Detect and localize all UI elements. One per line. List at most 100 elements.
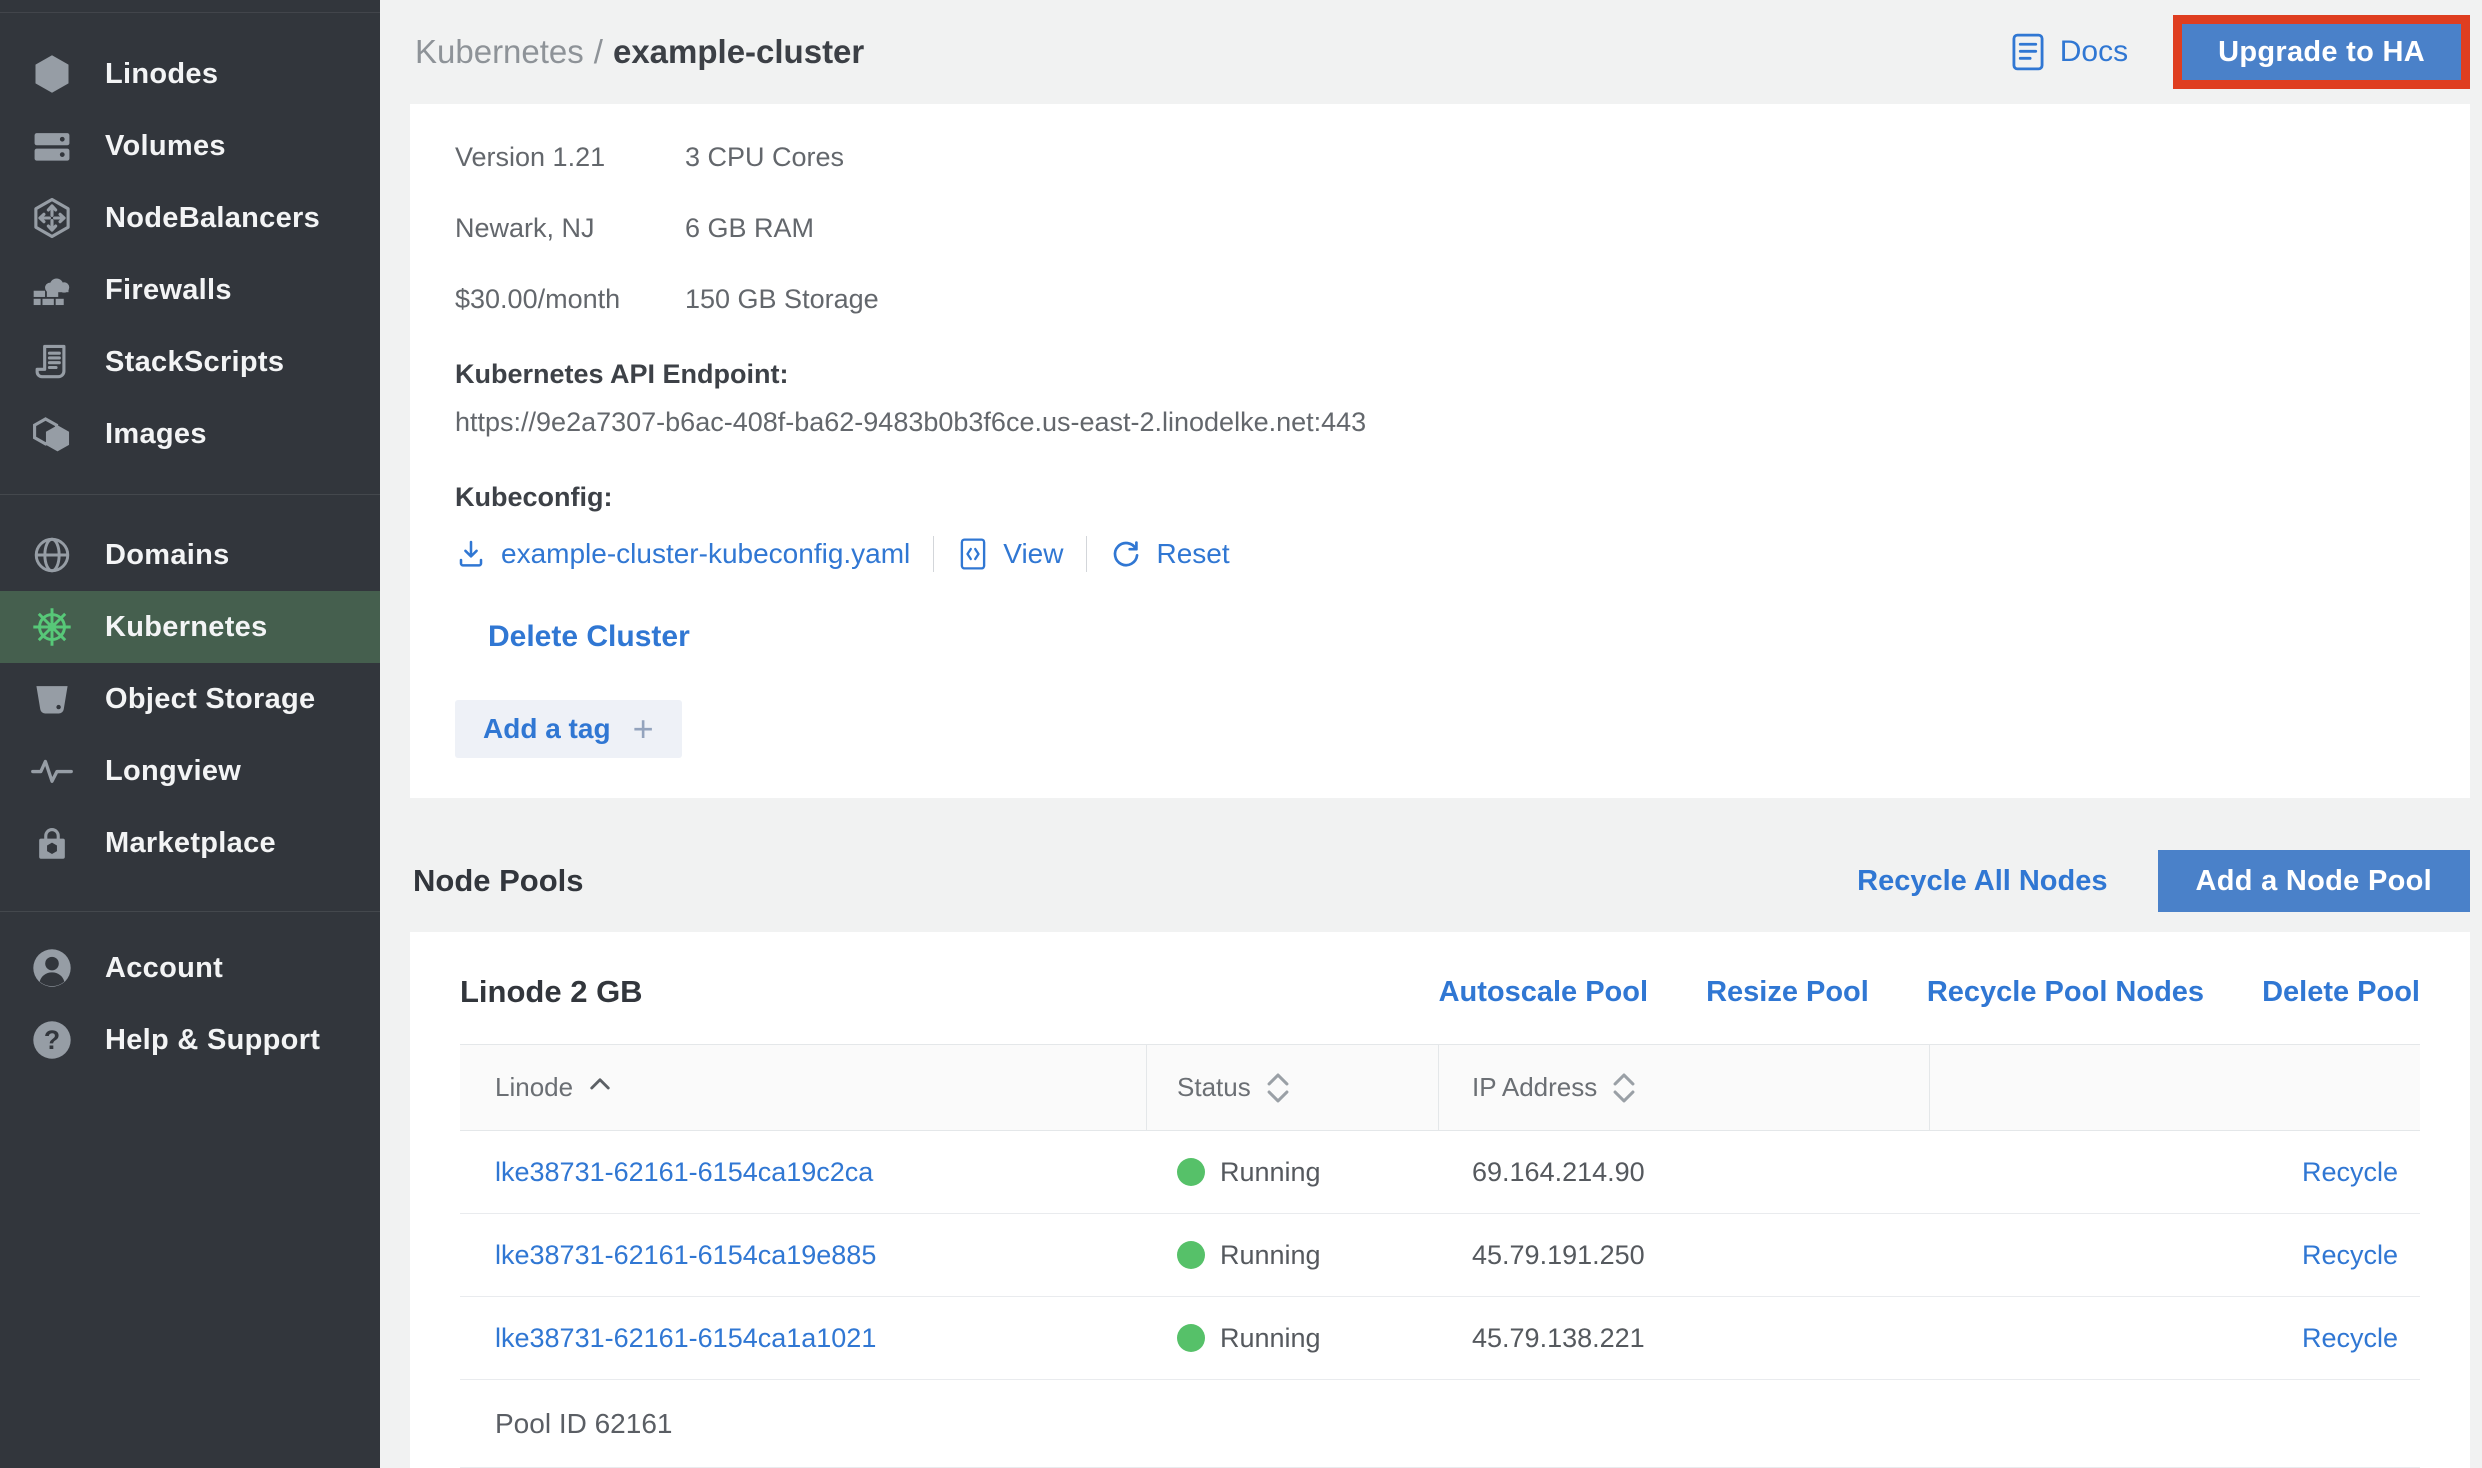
linode-hexagon-icon xyxy=(30,52,74,96)
sidebar-item-label: NodeBalancers xyxy=(105,202,320,235)
status-cell: Running xyxy=(1147,1240,1439,1271)
recycle-pool-nodes-link[interactable]: Recycle Pool Nodes xyxy=(1927,976,2204,1009)
sort-both-icon xyxy=(1265,1071,1291,1105)
marketplace-bag-icon xyxy=(30,821,74,865)
column-header-actions xyxy=(1930,1045,2420,1130)
status-running-icon xyxy=(1177,1241,1205,1269)
spec-region: Newark, NJ xyxy=(455,213,685,244)
node-pools-header: Node Pools Recycle All Nodes Add a Node … xyxy=(410,850,2470,912)
column-header-ip-address[interactable]: IP Address xyxy=(1439,1045,1930,1130)
sidebar-item-account[interactable]: Account xyxy=(0,932,380,1004)
docs-label: Docs xyxy=(2060,35,2128,69)
main-content: Kubernetes / example-cluster Docs Upgrade … xyxy=(380,0,2482,1468)
stackscripts-icon xyxy=(30,340,74,384)
refresh-icon xyxy=(1110,538,1142,570)
sidebar-item-object-storage[interactable]: Object Storage xyxy=(0,663,380,735)
sidebar-item-stackscripts[interactable]: StackScripts xyxy=(0,326,380,398)
delete-pool-link[interactable]: Delete Pool xyxy=(2262,976,2420,1009)
add-tag-button[interactable]: Add a tag + xyxy=(455,700,682,758)
delete-cluster-link[interactable]: Delete Cluster xyxy=(488,620,690,654)
sidebar-item-label: Volumes xyxy=(105,130,226,163)
nodes-table-header: Linode Status IP Address xyxy=(460,1045,2420,1131)
status-cell: Running xyxy=(1147,1157,1439,1188)
sidebar-item-label: StackScripts xyxy=(105,346,284,379)
pool-id-row: Pool ID 62161 xyxy=(460,1380,2420,1468)
status-label: Running xyxy=(1220,1323,1321,1354)
status-running-icon xyxy=(1177,1158,1205,1186)
column-header-status[interactable]: Status xyxy=(1147,1045,1439,1130)
breadcrumb-separator: / xyxy=(594,33,603,70)
sidebar-item-kubernetes[interactable]: Kubernetes xyxy=(0,591,380,663)
recycle-all-nodes-link[interactable]: Recycle All Nodes xyxy=(1857,865,2107,898)
pool-header: Linode 2 GB Autoscale Pool Resize Pool R… xyxy=(460,932,2420,1044)
sidebar-item-firewalls[interactable]: Firewalls xyxy=(0,254,380,326)
autoscale-pool-link[interactable]: Autoscale Pool xyxy=(1439,976,1649,1009)
sidebar-item-domains[interactable]: Domains xyxy=(0,519,380,591)
column-header-linode[interactable]: Linode xyxy=(460,1045,1147,1130)
status-label: Running xyxy=(1220,1157,1321,1188)
api-endpoint-label: Kubernetes API Endpoint: xyxy=(455,359,2425,390)
breadcrumb-current: example-cluster xyxy=(613,33,864,70)
account-icon xyxy=(30,946,74,990)
column-label: IP Address xyxy=(1472,1072,1597,1103)
sidebar-item-label: Domains xyxy=(105,539,230,572)
kubeconfig-view-link[interactable]: View xyxy=(957,537,1063,571)
sidebar-item-label: Linodes xyxy=(105,58,218,91)
sidebar: Linodes Volumes NodeBalancers xyxy=(0,0,380,1468)
sidebar-item-label: Kubernetes xyxy=(105,611,268,644)
sidebar-item-nodebalancers[interactable]: NodeBalancers xyxy=(0,182,380,254)
sidebar-item-linodes[interactable]: Linodes xyxy=(0,38,380,110)
node-pool-panel: Linode 2 GB Autoscale Pool Resize Pool R… xyxy=(410,932,2470,1468)
header-actions: Docs Upgrade to HA xyxy=(2011,15,2470,89)
status-label: Running xyxy=(1220,1240,1321,1271)
pool-actions: Autoscale Pool Resize Pool Recycle Pool … xyxy=(1439,976,2420,1009)
kubeconfig-row: example-cluster-kubeconfig.yaml View xyxy=(455,536,2425,572)
firewalls-icon xyxy=(30,268,74,312)
sidebar-item-label: Longview xyxy=(105,755,241,788)
recycle-node-link[interactable]: Recycle xyxy=(2302,1157,2398,1188)
sidebar-item-label: Object Storage xyxy=(105,683,315,716)
kubeconfig-filename: example-cluster-kubeconfig.yaml xyxy=(501,538,910,570)
recycle-node-link[interactable]: Recycle xyxy=(2302,1240,2398,1271)
kubeconfig-reset-link[interactable]: Reset xyxy=(1110,538,1229,570)
recycle-node-link[interactable]: Recycle xyxy=(2302,1323,2398,1354)
upgrade-to-ha-button[interactable]: Upgrade to HA xyxy=(2182,24,2461,80)
sidebar-item-longview[interactable]: Longview xyxy=(0,735,380,807)
sidebar-item-help-support[interactable]: ? Help & Support xyxy=(0,1004,380,1076)
bucket-icon xyxy=(30,677,74,721)
add-node-pool-button[interactable]: Add a Node Pool xyxy=(2158,850,2471,912)
sidebar-item-label: Help & Support xyxy=(105,1024,320,1057)
sidebar-item-label: Account xyxy=(105,952,223,985)
node-link[interactable]: lke38731-62161-6154ca1a1021 xyxy=(495,1323,876,1354)
page-header: Kubernetes / example-cluster Docs Upgrade … xyxy=(410,0,2470,104)
nodes-table: Linode Status IP Address xyxy=(460,1044,2420,1468)
add-tag-label: Add a tag xyxy=(483,713,611,745)
sidebar-item-images[interactable]: Images xyxy=(0,398,380,470)
help-icon: ? xyxy=(30,1018,74,1062)
node-link[interactable]: lke38731-62161-6154ca19c2ca xyxy=(495,1157,873,1188)
svg-text:?: ? xyxy=(44,1025,60,1055)
sidebar-item-label: Firewalls xyxy=(105,274,232,307)
spec-ram: 6 GB RAM xyxy=(685,213,879,244)
sort-both-icon xyxy=(1611,1071,1637,1105)
node-link[interactable]: lke38731-62161-6154ca19e885 xyxy=(495,1240,876,1271)
resize-pool-link[interactable]: Resize Pool xyxy=(1706,976,1869,1009)
kubeconfig-label: Kubeconfig: xyxy=(455,482,2425,513)
sidebar-nav: Linodes Volumes NodeBalancers xyxy=(0,13,380,1076)
sidebar-item-volumes[interactable]: Volumes xyxy=(0,110,380,182)
download-icon xyxy=(455,538,487,570)
sidebar-item-marketplace[interactable]: Marketplace xyxy=(0,807,380,879)
docs-icon xyxy=(2011,33,2045,71)
node-pools-title: Node Pools xyxy=(413,863,584,899)
kubeconfig-download-link[interactable]: example-cluster-kubeconfig.yaml xyxy=(455,538,910,570)
annotation-highlight: Upgrade to HA xyxy=(2173,15,2470,89)
reset-label: Reset xyxy=(1156,538,1229,570)
breadcrumb-section[interactable]: Kubernetes xyxy=(415,33,584,70)
spec-cpu: 3 CPU Cores xyxy=(685,142,879,173)
table-row: lke38731-62161-6154ca1a1021 Running 45.7… xyxy=(460,1297,2420,1380)
status-cell: Running xyxy=(1147,1323,1439,1354)
column-label: Status xyxy=(1177,1072,1251,1103)
docs-link[interactable]: Docs xyxy=(2011,33,2128,71)
status-running-icon xyxy=(1177,1324,1205,1352)
pulse-icon xyxy=(30,749,74,793)
